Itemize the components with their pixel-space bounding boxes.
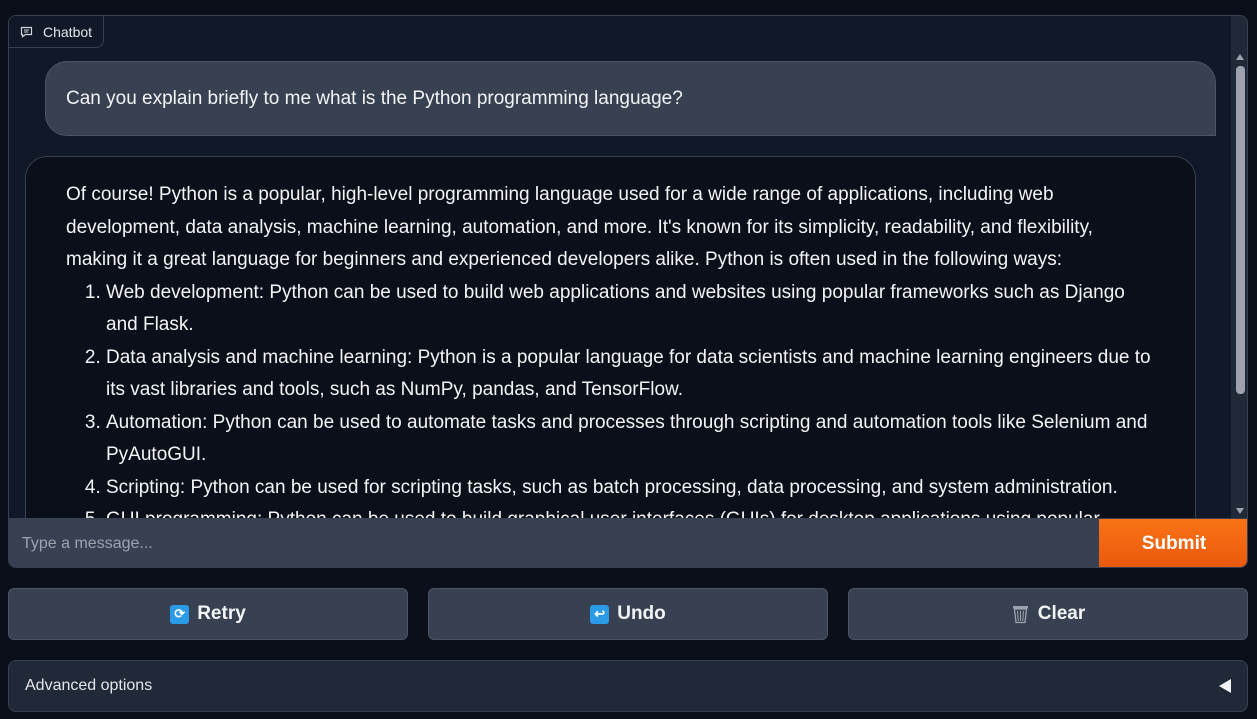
submit-button[interactable]: Submit <box>1099 519 1247 567</box>
chatbot-panel: Can you explain briefly to me what is th… <box>8 15 1248 568</box>
scroll-down-arrow-icon[interactable] <box>1236 508 1244 514</box>
scroll-thumb[interactable] <box>1236 66 1245 394</box>
user-message: Can you explain briefly to me what is th… <box>45 61 1216 136</box>
trash-icon <box>1012 606 1028 624</box>
retry-button-label: Retry <box>197 603 246 624</box>
undo-button[interactable]: ↩ Undo <box>428 588 828 640</box>
advanced-options-accordion[interactable]: Advanced options <box>8 660 1248 712</box>
collapse-arrow-icon[interactable] <box>1219 679 1231 693</box>
list-item: Web development: Python can be used to b… <box>106 277 1155 342</box>
chat-bubble-icon <box>20 26 33 38</box>
list-item: Scripting: Python can be used for script… <box>106 472 1155 505</box>
scroll-up-arrow-icon[interactable] <box>1236 54 1244 60</box>
clear-button-label: Clear <box>1037 603 1086 624</box>
clear-button[interactable]: Clear <box>848 588 1248 640</box>
retry-icon: ⟳ <box>170 604 190 624</box>
chat-history[interactable]: Can you explain briefly to me what is th… <box>9 16 1231 518</box>
action-buttons: ⟳ Retry ↩ Undo Clear <box>8 588 1248 640</box>
chatbot-tab-label: Chatbot <box>43 23 93 40</box>
undo-icon: ↩ <box>590 604 610 624</box>
chat-scrollbar[interactable] <box>1232 48 1247 516</box>
list-item: Data analysis and machine learning: Pyth… <box>106 342 1155 407</box>
list-item: GUI programming: Python can be used to b… <box>106 504 1155 518</box>
retry-button[interactable]: ⟳ Retry <box>8 588 408 640</box>
bot-message-intro: Of course! Python is a popular, high-lev… <box>66 184 1093 270</box>
message-input[interactable] <box>9 519 1099 567</box>
message-input-row: Submit <box>9 518 1247 567</box>
list-item: Automation: Python can be used to automa… <box>106 407 1155 472</box>
undo-button-label: Undo <box>617 603 666 624</box>
bot-message: Of course! Python is a popular, high-lev… <box>25 156 1196 518</box>
advanced-options-label: Advanced options <box>25 677 153 694</box>
chatbot-tab: Chatbot <box>9 16 104 48</box>
bot-message-list: Web development: Python can be used to b… <box>66 277 1155 519</box>
